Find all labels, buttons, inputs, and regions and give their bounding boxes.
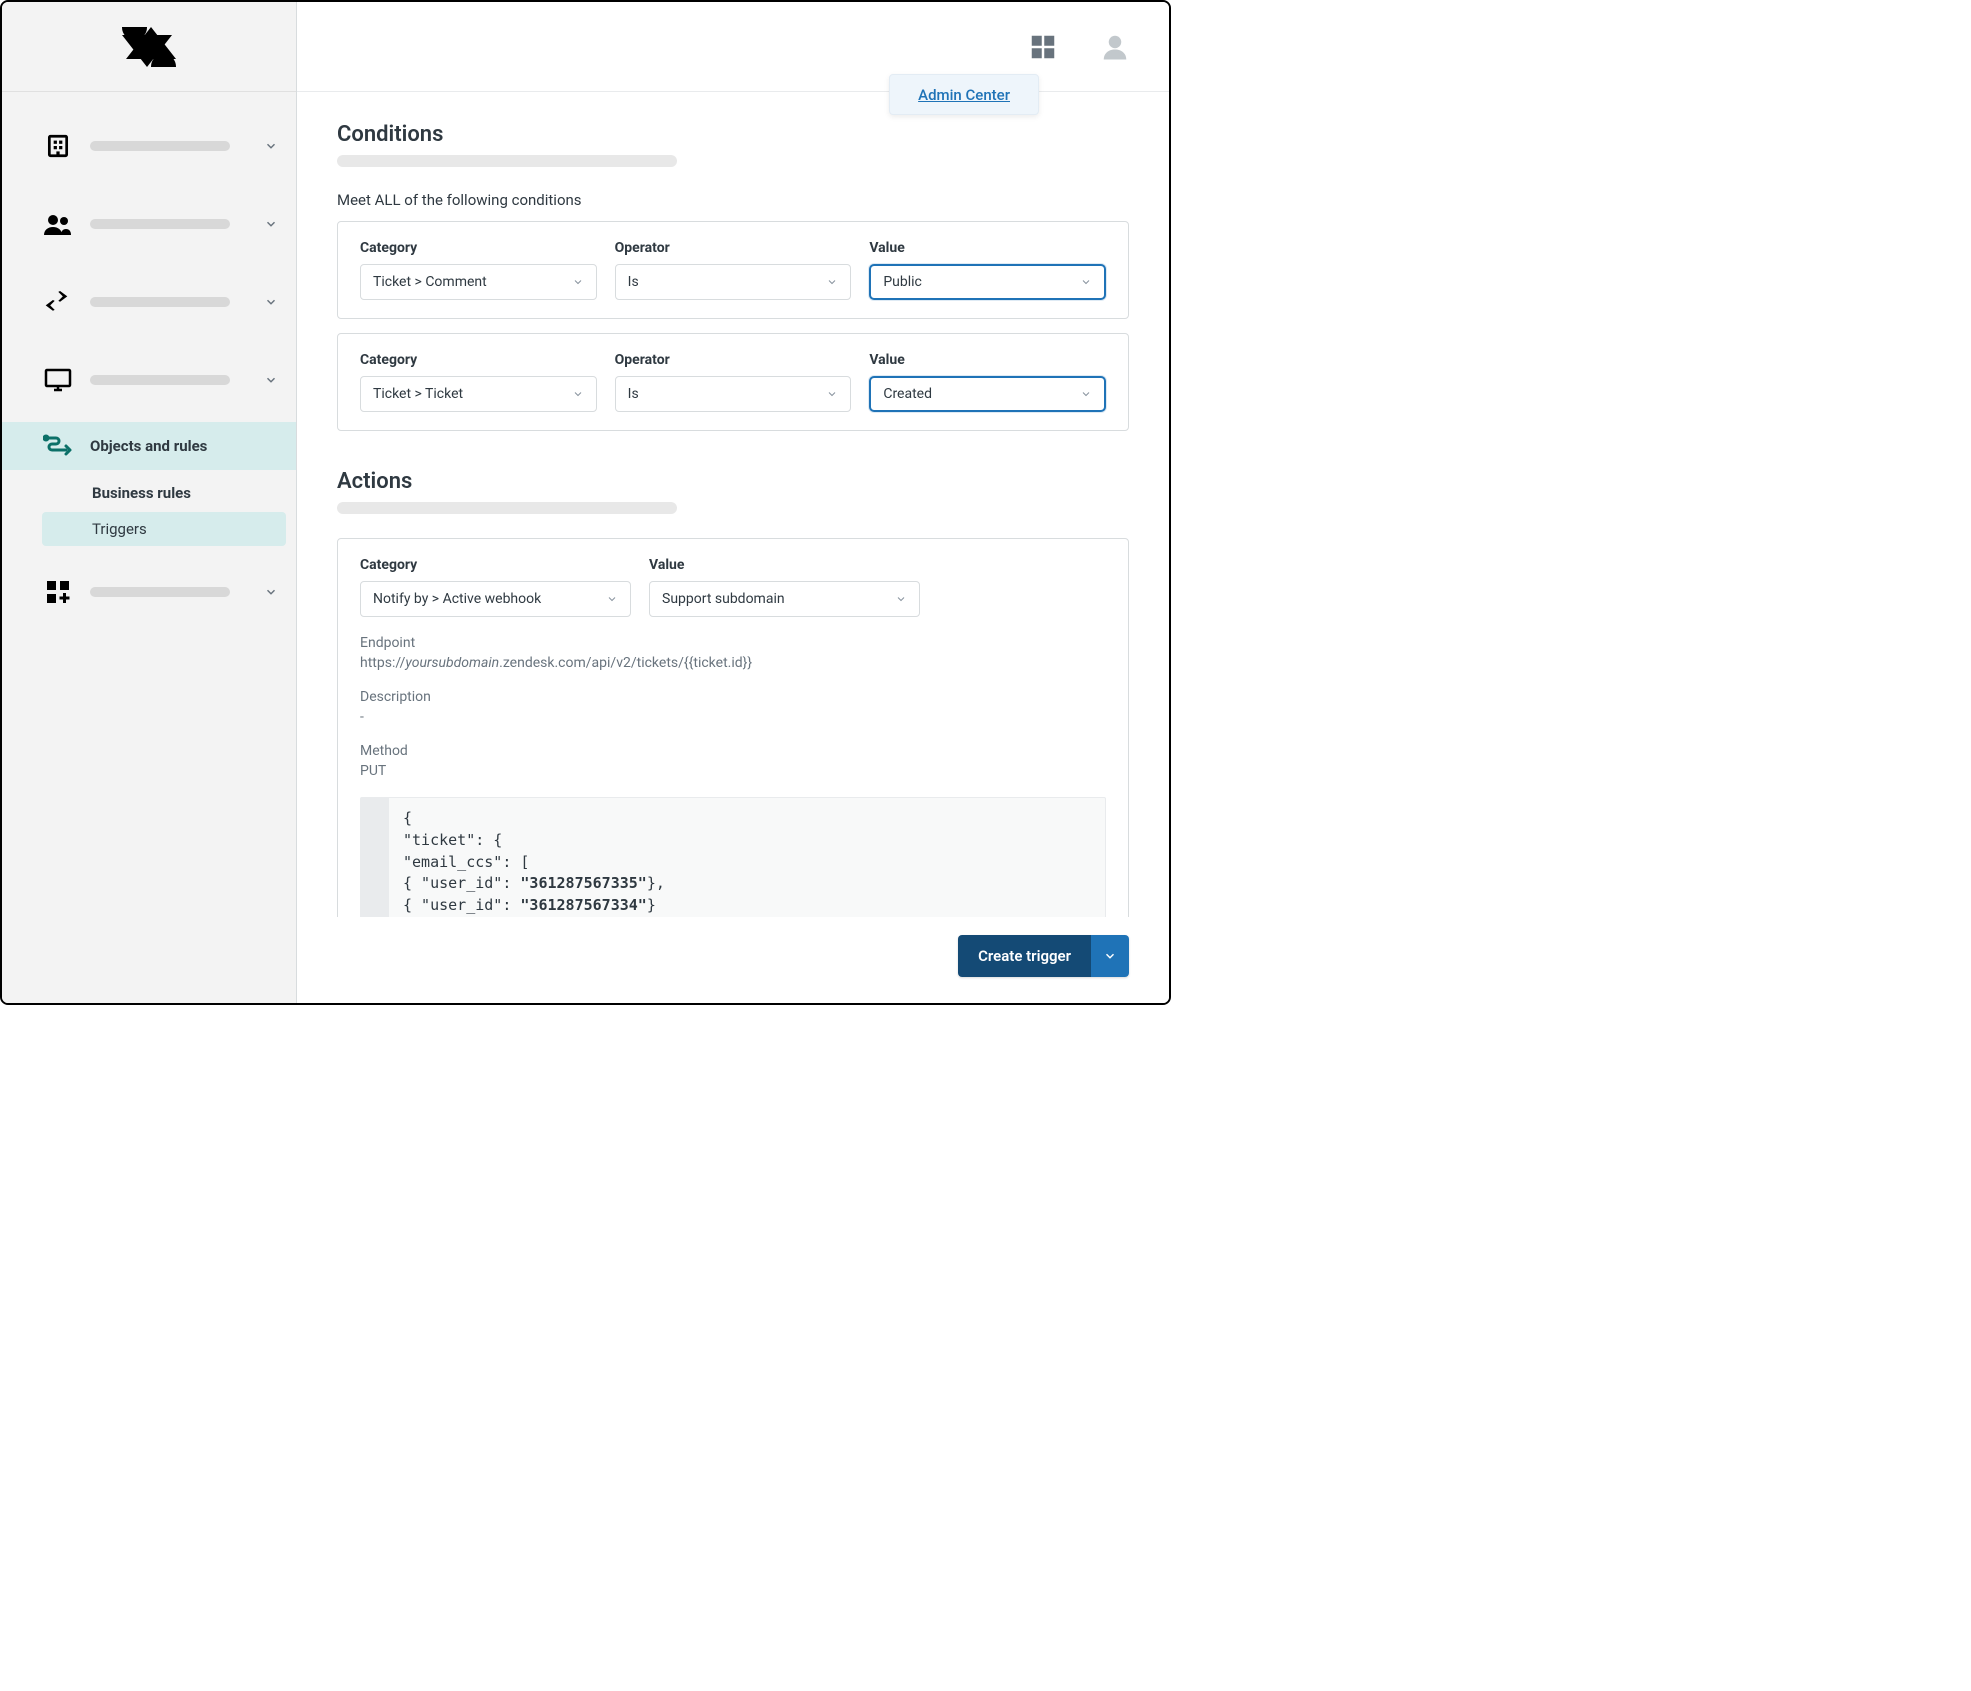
admin-center-link[interactable]: Admin Center (918, 86, 1010, 104)
label-value: Value (869, 352, 1106, 368)
label-operator: Operator (615, 352, 852, 368)
description-value: - (360, 709, 1106, 725)
sidebar-nav: Objects and rules Business rules Trigger… (2, 92, 296, 616)
method-label: Method (360, 743, 1106, 759)
label-category: Category (360, 240, 597, 256)
chevron-down-icon (1080, 276, 1092, 288)
admin-center-chip[interactable]: Admin Center (889, 74, 1039, 115)
endpoint-value: https://yoursubdomain.zendesk.com/api/v2… (360, 655, 1106, 671)
arrows-swap-icon (40, 288, 76, 316)
sidebar-item-label: Objects and rules (90, 437, 207, 455)
content: Conditions Meet ALL of the following con… (297, 92, 1169, 917)
placeholder (90, 587, 230, 597)
condition-row-2: Category Ticket > Ticket Operator Is (337, 333, 1129, 431)
chevron-down-icon (264, 139, 278, 153)
placeholder (90, 297, 230, 307)
label-operator: Operator (615, 240, 852, 256)
create-trigger-dropdown[interactable] (1091, 935, 1129, 977)
condition-1-operator-select[interactable]: Is (615, 264, 852, 300)
app-window: .logo-area svg { display:none; } .zlogo … (0, 0, 1171, 1005)
sidebar-subnav: Business rules Triggers (2, 470, 296, 554)
method-value: PUT (360, 763, 1106, 779)
condition-1-value-select[interactable]: Public (869, 264, 1106, 300)
chevron-down-icon (572, 388, 584, 400)
chevron-down-icon (1080, 388, 1092, 400)
label-category: Category (360, 557, 631, 573)
chevron-down-icon (572, 276, 584, 288)
apps-add-icon (40, 578, 76, 606)
create-trigger-button[interactable]: Create trigger (958, 935, 1091, 977)
subnav-triggers[interactable]: Triggers (42, 512, 286, 546)
logo-area (2, 2, 296, 92)
placeholder (337, 502, 677, 514)
condition-2-operator-select[interactable]: Is (615, 376, 852, 412)
placeholder (90, 219, 230, 229)
footer: Create trigger (297, 917, 1169, 1003)
sidebar-item-objects-and-rules[interactable]: Objects and rules (2, 422, 296, 470)
chevron-down-icon (826, 388, 838, 400)
conditions-all-label: Meet ALL of the following conditions (337, 191, 1129, 209)
sidebar-item-3[interactable] (2, 278, 296, 326)
chevron-down-icon (264, 373, 278, 387)
action-card: Category Notify by > Active webhook Valu… (337, 538, 1129, 917)
sidebar: .logo-area svg { display:none; } .zlogo … (2, 2, 297, 1003)
label-value: Value (869, 240, 1106, 256)
chevron-down-icon (826, 276, 838, 288)
zendesk-logo-icon (122, 27, 176, 67)
endpoint-label: Endpoint (360, 635, 1106, 651)
sidebar-item-4[interactable] (2, 356, 296, 404)
conditions-title: Conditions (337, 122, 1129, 147)
users-icon (40, 210, 76, 238)
description-label: Description (360, 689, 1106, 705)
placeholder (90, 141, 230, 151)
apps-grid-icon[interactable] (1025, 29, 1061, 65)
create-trigger-split-button: Create trigger (958, 935, 1129, 977)
sidebar-item-apps[interactable] (2, 568, 296, 616)
monitor-icon (40, 366, 76, 394)
condition-1-category-select[interactable]: Ticket > Comment (360, 264, 597, 300)
code-content: { "ticket": { "email_ccs": [ { "user_id"… (389, 798, 679, 917)
chevron-down-icon (264, 217, 278, 231)
user-avatar-icon[interactable] (1097, 29, 1133, 65)
chevron-down-icon (895, 593, 907, 605)
condition-2-value-select[interactable]: Created (869, 376, 1106, 412)
action-value-select[interactable]: Support subdomain (649, 581, 920, 617)
routing-icon (40, 432, 76, 460)
code-gutter (361, 798, 389, 917)
chevron-down-icon (606, 593, 618, 605)
sidebar-item-2[interactable] (2, 200, 296, 248)
label-category: Category (360, 352, 597, 368)
placeholder (337, 155, 677, 167)
chevron-down-icon (264, 295, 278, 309)
placeholder (90, 375, 230, 385)
action-category-select[interactable]: Notify by > Active webhook (360, 581, 631, 617)
label-value: Value (649, 557, 920, 573)
chevron-down-icon (264, 585, 278, 599)
sidebar-item-1[interactable] (2, 122, 296, 170)
main-area: Admin Center Conditions Meet ALL of the … (297, 2, 1169, 1003)
condition-2-category-select[interactable]: Ticket > Ticket (360, 376, 597, 412)
json-body-editor[interactable]: { "ticket": { "email_ccs": [ { "user_id"… (360, 797, 1106, 917)
building-icon (40, 132, 76, 160)
condition-row-1: Category Ticket > Comment Operator Is (337, 221, 1129, 319)
actions-title: Actions (337, 469, 1129, 494)
subnav-business-rules[interactable]: Business rules (2, 476, 296, 510)
